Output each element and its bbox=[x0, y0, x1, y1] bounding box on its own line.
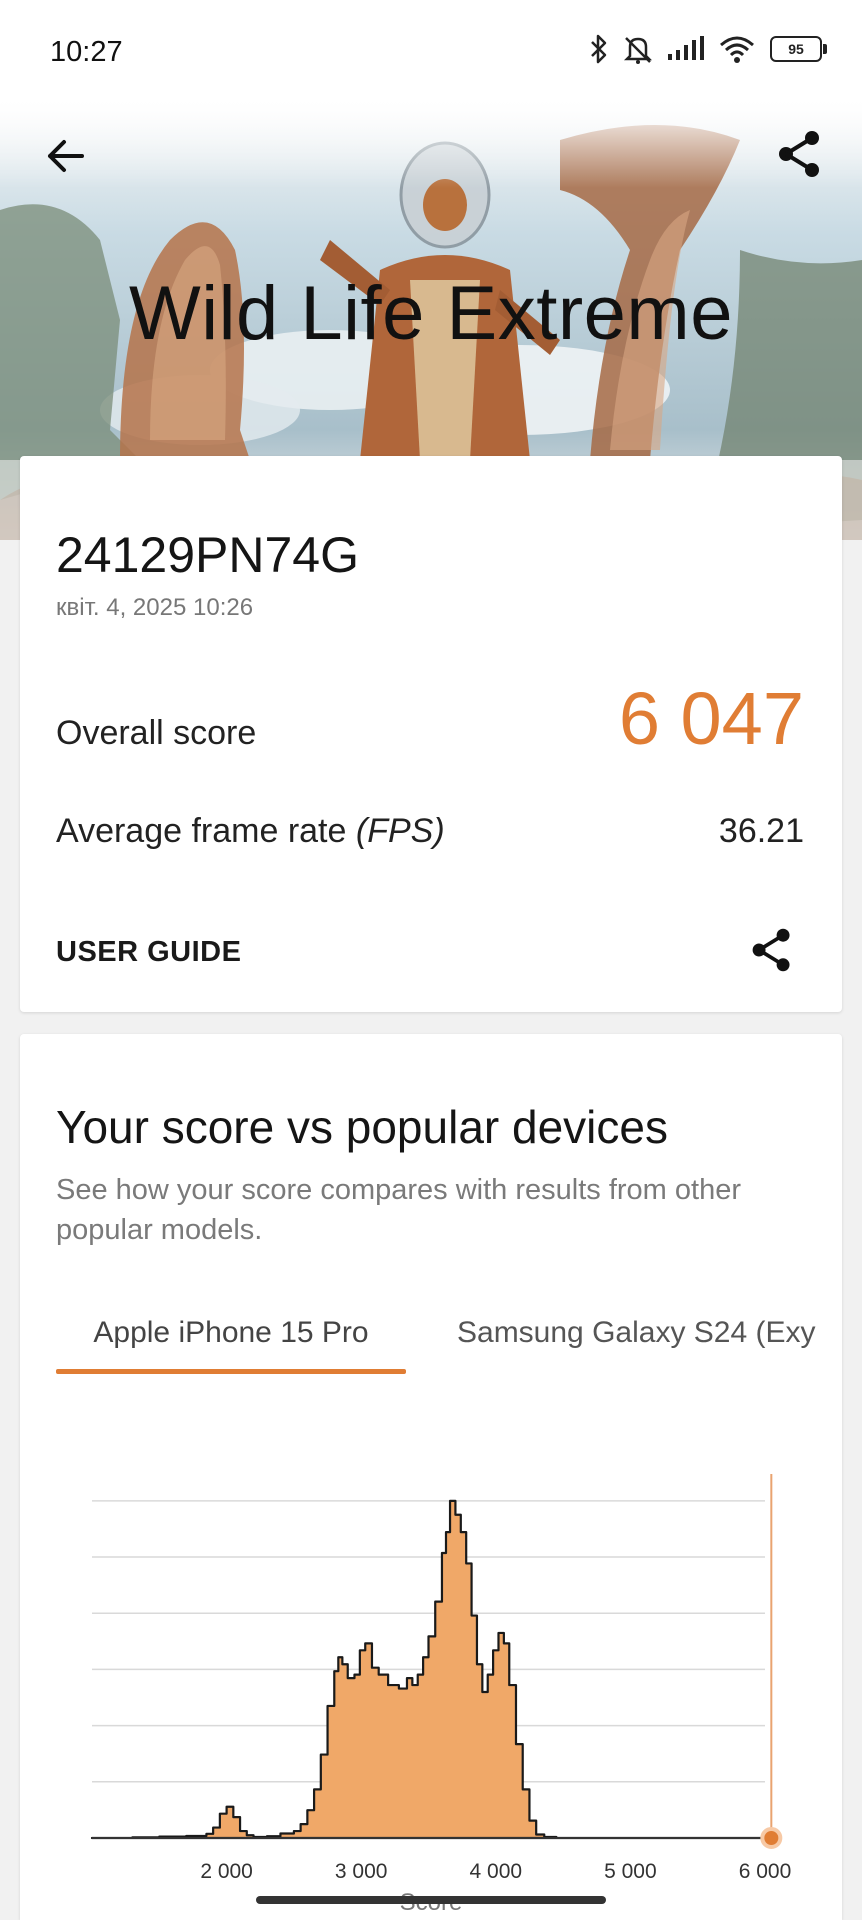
x-tick-label: 2 000 bbox=[200, 1860, 253, 1883]
x-tick-label: 4 000 bbox=[470, 1860, 523, 1883]
tab-samsung-galaxy-s24[interactable]: Samsung Galaxy S24 (Exy bbox=[457, 1304, 816, 1374]
result-card: 24129PN74G квіт. 4, 2025 10:26 Overall s… bbox=[20, 456, 842, 1012]
tab-label: Samsung Galaxy S24 (Exy bbox=[457, 1316, 816, 1349]
share-result-button[interactable] bbox=[748, 926, 796, 974]
share-icon bbox=[752, 928, 790, 972]
share-button-top[interactable] bbox=[774, 128, 826, 180]
comparison-subtitle: See how your score compares with results… bbox=[56, 1174, 741, 1246]
result-date: квіт. 4, 2025 10:26 bbox=[56, 594, 254, 621]
share-icon bbox=[779, 131, 819, 177]
wifi-icon bbox=[718, 34, 756, 64]
comparison-title: Your score vs popular devices bbox=[56, 1101, 668, 1153]
battery-icon: 95 bbox=[770, 36, 827, 62]
overall-score-label: Overall score bbox=[56, 714, 257, 752]
status-icons: 95 bbox=[590, 34, 827, 64]
fps-label: Average frame rate (FPS) bbox=[56, 812, 445, 851]
benchmark-title: Wild Life Extreme bbox=[129, 271, 733, 356]
tab-apple-iphone-15-pro[interactable]: Apple iPhone 15 Pro bbox=[56, 1304, 406, 1374]
bluetooth-icon bbox=[590, 34, 608, 64]
mute-icon bbox=[622, 34, 654, 64]
score-distribution-chart: 2 0003 0004 0005 0006 000Score bbox=[90, 1474, 792, 1916]
back-button[interactable] bbox=[40, 130, 92, 182]
x-tick-label: 6 000 bbox=[739, 1860, 792, 1883]
overall-score-value: 6 047 bbox=[618, 677, 804, 760]
status-time: 10:27 bbox=[50, 36, 123, 68]
device-tabs: Apple iPhone 15 Pro Samsung Galaxy S24 (… bbox=[56, 1304, 828, 1374]
fps-label-text: Average frame rate bbox=[56, 812, 347, 850]
fps-value: 36.21 bbox=[718, 812, 804, 850]
arrow-left-icon bbox=[48, 140, 84, 172]
home-indicator[interactable] bbox=[256, 1896, 606, 1904]
status-bar: 10:27 95 bbox=[0, 0, 862, 100]
fps-unit: (FPS) bbox=[355, 812, 445, 850]
user-guide-link[interactable]: USER GUIDE bbox=[56, 936, 241, 969]
signal-icon bbox=[668, 36, 704, 62]
device-name: 24129PN74G bbox=[56, 527, 360, 583]
tab-label: Apple iPhone 15 Pro bbox=[93, 1316, 369, 1349]
x-tick-label: 5 000 bbox=[604, 1860, 657, 1883]
your-score-marker bbox=[760, 1827, 783, 1849]
comparison-card: Your score vs popular devices See how yo… bbox=[20, 1034, 842, 1920]
x-tick-label: 3 000 bbox=[335, 1860, 388, 1883]
